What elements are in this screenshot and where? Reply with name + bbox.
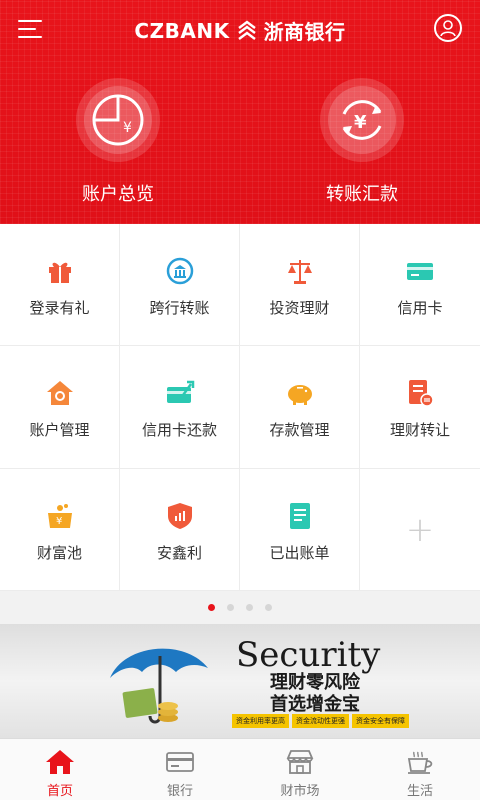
credit-card-icon <box>407 263 433 280</box>
shield-chart-icon <box>167 502 192 529</box>
banner-tag: 资金安全有保障 <box>352 714 409 728</box>
grid-item-label: 信用卡还款 <box>141 421 217 440</box>
grid-item-label: 账户管理 <box>29 421 90 440</box>
nav-home[interactable]: 首页 <box>0 739 120 800</box>
grid-item-card-repayment[interactable]: 信用卡还款 <box>120 346 240 469</box>
page-indicator <box>0 592 480 622</box>
transfer-label: 转账汇款 <box>326 184 398 205</box>
svg-text:¥: ¥ <box>56 516 62 527</box>
grid-item-label: 跨行转账 <box>149 299 210 317</box>
grid-item-label: 安鑫利 <box>156 543 202 562</box>
svg-text:¥: ¥ <box>354 112 367 133</box>
umbrella-icon <box>110 648 208 724</box>
piggy-bank-icon <box>287 385 312 406</box>
banner-tag: 资金利用率更高 <box>232 714 289 728</box>
nav-label: 财市场 <box>280 784 320 799</box>
house-gear-icon <box>46 381 73 406</box>
page-dot[interactable] <box>208 603 215 611</box>
nav-life[interactable]: 生活 <box>360 739 480 800</box>
gift-icon <box>48 262 71 283</box>
czbank-logo-icon <box>237 20 256 40</box>
feature-grid: 登录有礼 跨行转账 投资理财 信用卡 账户管理 信用卡还款 存款管理 理财转让 … <box>0 224 480 591</box>
card-repay-icon <box>166 381 194 404</box>
account-overview-icon: ¥ <box>76 78 160 162</box>
nav-label: 首页 <box>46 784 73 799</box>
transfer-button[interactable]: ¥ 转账汇款 <box>272 70 452 210</box>
banner-line1: 理财零风险 <box>270 672 360 693</box>
account-overview-button[interactable]: ¥ 账户总览 <box>28 70 208 210</box>
grid-item-interbank-transfer[interactable]: 跨行转账 <box>120 224 240 347</box>
page-dot[interactable] <box>265 603 272 611</box>
nav-bank[interactable]: 银行 <box>120 739 240 800</box>
banner-tags: 资金利用率更高 资金流动性更强 资金安全有保障 <box>232 714 409 728</box>
grid-item-label: 已出账单 <box>269 543 330 562</box>
promo-banner[interactable]: Security 理财零风险 首选增金宝 资金利用率更高 资金流动性更强 资金安… <box>0 624 480 738</box>
grid-item-credit-card[interactable]: 信用卡 <box>360 224 480 347</box>
scale-icon <box>287 260 312 284</box>
brand-cn: 浙商银行 <box>263 20 346 44</box>
grid-item-anxinli[interactable]: 安鑫利 <box>120 468 240 591</box>
grid-item-label: 登录有礼 <box>29 299 90 317</box>
bill-icon <box>289 502 310 529</box>
add-icon: + <box>405 509 435 550</box>
grid-item-label: 投资理财 <box>269 299 330 317</box>
brand-en: CZBANK <box>134 18 230 43</box>
grid-item-wealth-transfer[interactable]: 理财转让 <box>360 346 480 469</box>
grid-item-add[interactable]: + <box>360 469 480 591</box>
wealth-pool-icon: ¥ <box>47 503 72 528</box>
header-banner: CZBANK 浙商银行 ¥ 账户总览 ¥ 转账汇款 <box>0 0 480 224</box>
transfer-icon: ¥ <box>320 78 404 162</box>
top-bar: CZBANK 浙商银行 <box>0 0 480 58</box>
home-icon <box>46 750 74 774</box>
grid-item-investment[interactable]: 投资理财 <box>240 224 360 347</box>
grid-item-account-management[interactable]: 账户管理 <box>0 346 120 469</box>
user-profile-icon[interactable] <box>434 14 462 42</box>
banner-line2: 首选增金宝 <box>270 694 360 715</box>
nav-label: 银行 <box>166 784 193 799</box>
svg-text:¥: ¥ <box>123 120 132 136</box>
bottom-nav: 首页 银行 财市场 生活 <box>0 738 480 800</box>
nav-market[interactable]: 财市场 <box>240 739 360 800</box>
grid-item-label: 财富池 <box>36 543 82 562</box>
banner-tag: 资金流动性更强 <box>292 714 349 728</box>
page-dot[interactable] <box>246 603 253 611</box>
account-overview-label: 账户总览 <box>82 184 154 205</box>
bank-card-icon <box>166 752 194 772</box>
banner-text: Security 理财零风险 首选增金宝 <box>236 638 380 716</box>
grid-item-login-gift[interactable]: 登录有礼 <box>0 224 120 347</box>
market-icon <box>286 750 314 774</box>
coffee-icon <box>407 751 433 774</box>
grid-item-label: 存款管理 <box>269 421 330 440</box>
grid-item-label: 信用卡 <box>397 299 443 317</box>
page-dot[interactable] <box>227 603 234 611</box>
nav-label: 生活 <box>406 784 433 799</box>
grid-item-deposit-management[interactable]: 存款管理 <box>240 346 360 469</box>
banner-title: Security <box>236 635 381 675</box>
bank-transfer-icon <box>166 257 193 285</box>
grid-item-label: 理财转让 <box>389 421 450 440</box>
grid-item-wealth-pool[interactable]: ¥ 财富池 <box>0 468 120 591</box>
grid-item-issued-bills[interactable]: 已出账单 <box>240 468 360 591</box>
brand-logo: CZBANK 浙商银行 <box>0 16 480 45</box>
doc-transfer-icon <box>409 380 434 408</box>
